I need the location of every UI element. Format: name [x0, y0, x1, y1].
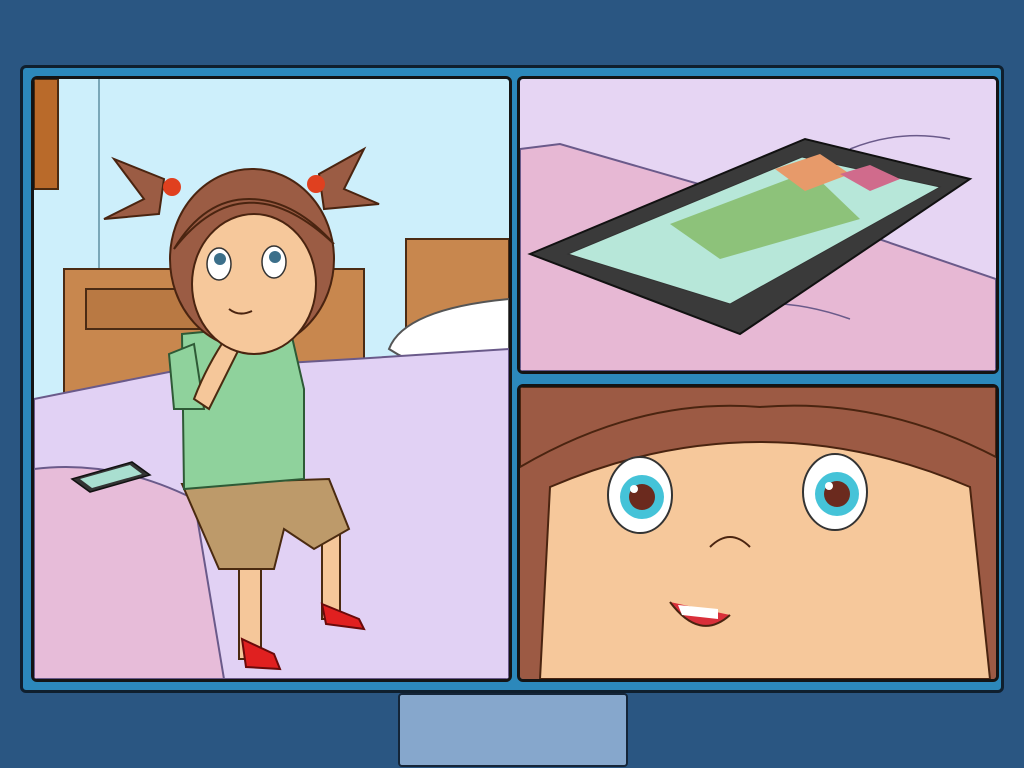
comic-frame — [20, 65, 1004, 693]
comic-panel-face — [517, 384, 999, 682]
tablet-on-bed-illustration — [520, 79, 996, 371]
next-button[interactable] — [398, 693, 628, 767]
girl-face-closeup-illustration — [520, 387, 996, 679]
comic-panel-girl-thinking — [31, 76, 512, 682]
girl-thinking-illustration — [34, 79, 509, 679]
comic-panel-tablet — [517, 76, 999, 374]
